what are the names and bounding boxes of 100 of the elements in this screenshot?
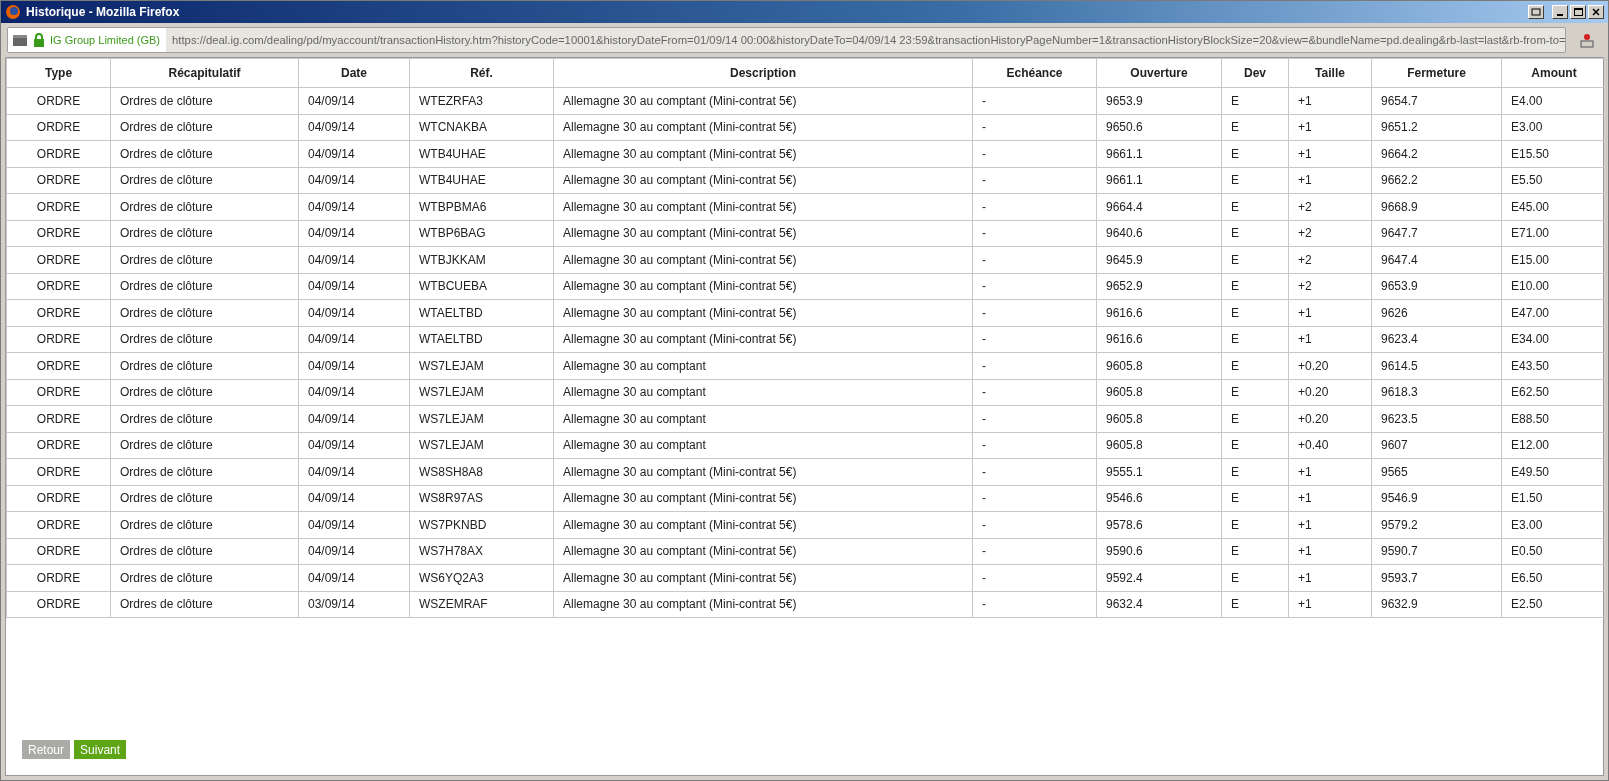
table-cell: WTB4UHAE [409, 140, 554, 167]
table-cell: WS8SH8A8 [409, 458, 554, 485]
table-cell: ORDRE [6, 114, 111, 141]
browser-logo-icon [5, 4, 21, 20]
table-cell: WTBP6BAG [409, 220, 554, 247]
table-cell: E [1221, 87, 1289, 114]
table-cell: Allemagne 30 au comptant (Mini-contrat 5€) [553, 326, 973, 353]
table-cell: ORDRE [6, 167, 111, 194]
table-cell: Allemagne 30 au comptant (Mini-contrat 5€) [553, 114, 973, 141]
table-cell: 9664.4 [1096, 193, 1222, 220]
table-cell: 9546.9 [1371, 485, 1502, 512]
table-cell: 9579.2 [1371, 511, 1502, 538]
table-cell: E [1221, 405, 1289, 432]
table-cell: Ordres de clôture [110, 379, 299, 406]
column-header: Fermeture [1371, 58, 1502, 88]
table-cell: E [1221, 352, 1289, 379]
table-cell: 9650.6 [1096, 114, 1222, 141]
table-cell: E10.00 [1501, 273, 1607, 300]
table-cell: E [1221, 167, 1289, 194]
table-cell: Allemagne 30 au comptant (Mini-contrat 5€) [553, 511, 973, 538]
column-header: Ouverture [1096, 58, 1222, 88]
table-cell: Allemagne 30 au comptant [553, 405, 973, 432]
table-cell: WTBJKKAM [409, 246, 554, 273]
table-cell: +0.20 [1288, 379, 1372, 406]
notification-icon[interactable] [1578, 31, 1596, 49]
table-cell: Allemagne 30 au comptant (Mini-contrat 5€) [553, 193, 973, 220]
table-cell: Ordres de clôture [110, 220, 299, 247]
table-cell: ORDRE [6, 591, 111, 618]
table-cell: - [972, 352, 1097, 379]
table-cell: 9647.7 [1371, 220, 1502, 247]
table-cell: - [972, 193, 1097, 220]
table-cell: ORDRE [6, 432, 111, 459]
table-cell: E [1221, 326, 1289, 353]
table-cell: 04/09/14 [298, 405, 410, 432]
table-cell: E3.00 [1501, 511, 1607, 538]
table-cell: Ordres de clôture [110, 591, 299, 618]
table-cell: +1 [1288, 458, 1372, 485]
maximize-icon [1573, 8, 1583, 16]
table-cell: E [1221, 220, 1289, 247]
table-cell: WS7H78AX [409, 538, 554, 565]
table-cell: E43.50 [1501, 352, 1607, 379]
column-header: Type [6, 58, 111, 88]
window-icon [1531, 8, 1541, 16]
next-button[interactable]: Suivant [74, 740, 127, 759]
table-cell: E62.50 [1501, 379, 1607, 406]
table-cell: Allemagne 30 au comptant (Mini-contrat 5€) [553, 458, 973, 485]
table-cell: Ordres de clôture [110, 140, 299, 167]
table-cell: +2 [1288, 273, 1372, 300]
table-cell: 04/09/14 [298, 299, 410, 326]
column-header: Récapitulatif [110, 58, 299, 88]
table-cell: 9664.2 [1371, 140, 1502, 167]
table-cell: +0.20 [1288, 405, 1372, 432]
table-cell: +2 [1288, 220, 1372, 247]
table-cell: Allemagne 30 au comptant (Mini-contrat 5€) [553, 299, 973, 326]
table-cell: 9593.7 [1371, 564, 1502, 591]
table-cell: Allemagne 30 au comptant (Mini-contrat 5€) [553, 167, 973, 194]
table-cell: ORDRE [6, 193, 111, 220]
close-button[interactable] [1588, 5, 1604, 19]
table-cell: E71.00 [1501, 220, 1607, 247]
table-cell: Allemagne 30 au comptant (Mini-contrat 5€) [553, 564, 973, 591]
table-cell: E3.00 [1501, 114, 1607, 141]
table-cell: 9590.6 [1096, 538, 1222, 565]
table-cell: 9632.4 [1096, 591, 1222, 618]
table-cell: 9632.9 [1371, 591, 1502, 618]
window-button[interactable] [1528, 5, 1544, 19]
table-cell: Allemagne 30 au comptant (Mini-contrat 5€) [553, 140, 973, 167]
table-cell: Ordres de clôture [110, 432, 299, 459]
table-cell: WS6YQ2A3 [409, 564, 554, 591]
table-cell: E [1221, 140, 1289, 167]
table-cell: - [972, 591, 1097, 618]
table-cell: WTAELTBD [409, 299, 554, 326]
table-cell: ORDRE [6, 326, 111, 353]
table-cell: WS7LEJAM [409, 405, 554, 432]
table-cell: 04/09/14 [298, 432, 410, 459]
table-cell: - [972, 220, 1097, 247]
table-cell: ORDRE [6, 379, 111, 406]
table-cell: WS7LEJAM [409, 379, 554, 406]
table-cell: 04/09/14 [298, 352, 410, 379]
minimize-button[interactable] [1552, 5, 1568, 19]
table-cell: 9555.1 [1096, 458, 1222, 485]
table-cell: 9668.9 [1371, 193, 1502, 220]
table-cell: 9616.6 [1096, 299, 1222, 326]
table-cell: ORDRE [6, 87, 111, 114]
table-cell: Ordres de clôture [110, 326, 299, 353]
table-cell: ORDRE [6, 246, 111, 273]
close-icon [1592, 8, 1600, 16]
table-cell: Ordres de clôture [110, 273, 299, 300]
table-cell: - [972, 458, 1097, 485]
table-cell: 9661.1 [1096, 167, 1222, 194]
table-cell: - [972, 273, 1097, 300]
table-cell: +1 [1288, 591, 1372, 618]
maximize-button[interactable] [1570, 5, 1586, 19]
table-cell: 03/09/14 [298, 591, 410, 618]
table-cell: Ordres de clôture [110, 352, 299, 379]
table-cell: 04/09/14 [298, 511, 410, 538]
table-cell: 04/09/14 [298, 114, 410, 141]
table-cell: +1 [1288, 564, 1372, 591]
table-cell: WS7PKNBD [409, 511, 554, 538]
table-cell: E6.50 [1501, 564, 1607, 591]
table-cell: +1 [1288, 326, 1372, 353]
